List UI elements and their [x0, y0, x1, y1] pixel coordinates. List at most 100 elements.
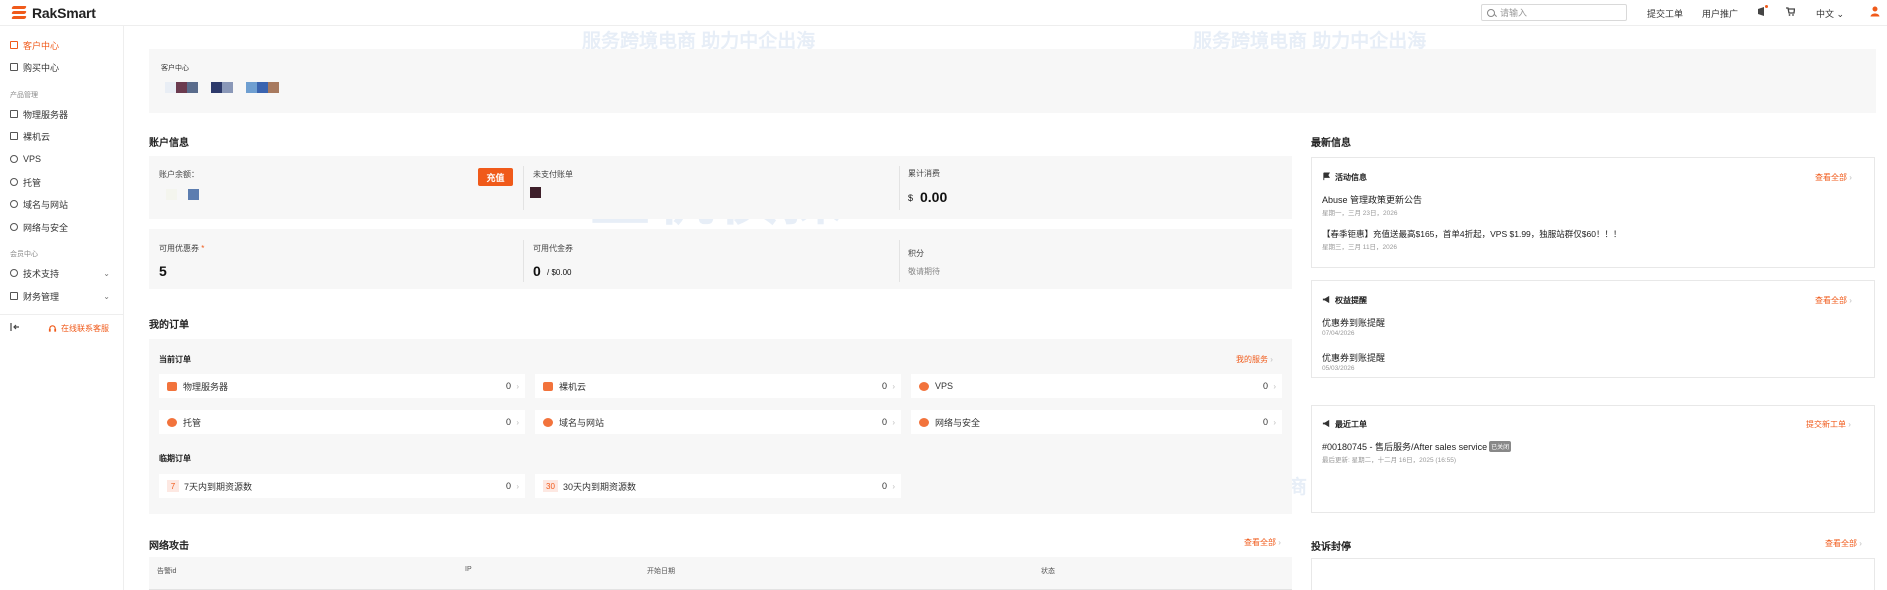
benefits-view-all-link[interactable]: 查看全部 › — [1815, 295, 1852, 306]
server-icon — [10, 110, 18, 118]
submit-ticket-link[interactable]: 提交工单 — [1647, 7, 1683, 20]
sidebar-item-label: 托管 — [23, 177, 42, 188]
view-all-label: 查看全部 — [1815, 173, 1847, 182]
order-tile-domain-website[interactable]: 域名与网站 0 › — [535, 410, 901, 434]
network-attack-title: 网络攻击 — [149, 541, 189, 552]
cloud-icon — [10, 155, 18, 163]
grid-icon — [10, 132, 18, 140]
ticket-item[interactable]: #00180745 - 售后服务/After sales service 已关闭 — [1322, 440, 1512, 453]
tile-label: 网络与安全 — [935, 417, 981, 428]
benefit-item-title[interactable]: 优惠券到账提醒 — [1322, 351, 1385, 364]
cloud-icon — [919, 381, 929, 391]
order-tile-colocation[interactable]: 托管 0 › — [159, 410, 525, 434]
sidebar-item-customer-center[interactable]: 客户中心 — [10, 38, 110, 52]
grid-icon — [543, 381, 553, 391]
tile-label: 托管 — [183, 417, 202, 428]
sidebar-item-tech-support[interactable]: 技术支持 ⌄ — [10, 266, 110, 280]
megaphone-icon — [1322, 419, 1330, 428]
sidebar-item-purchase-center[interactable]: 购买中心 — [10, 60, 110, 74]
expiring-orders-label: 临期订单 — [159, 454, 191, 463]
attack-table-header: 告警id IP 开始日期 状态 — [149, 557, 1292, 590]
lock-icon — [10, 223, 18, 231]
voucher-value: 0 — [533, 263, 541, 279]
total-spent-value: 0.00 — [920, 189, 948, 205]
coupon-star: * — [201, 244, 205, 253]
activity-item-title[interactable]: 【春季钜惠】充值送最高$165，首单4折起，VPS $1.99，独服站群仅$60… — [1322, 228, 1621, 240]
sidebar-item-domain-website[interactable]: 域名与网站 — [10, 197, 110, 211]
tile-count: 0 — [505, 381, 511, 391]
globe-icon — [10, 200, 18, 208]
ticket-status-badge: 已关闭 — [1489, 441, 1512, 452]
search-box[interactable] — [1481, 4, 1627, 21]
total-spent-label: 累计消费 — [908, 169, 940, 178]
banner-title: 客户中心 — [161, 65, 189, 72]
server-icon — [167, 381, 177, 391]
tile-label: 裸机云 — [559, 381, 587, 392]
user-referral-link[interactable]: 用户推广 — [1702, 7, 1738, 20]
search-icon — [1487, 8, 1495, 17]
sidebar-item-dedicated-server[interactable]: 物理服务器 — [10, 107, 110, 121]
chevron-right-icon: › — [1273, 381, 1276, 391]
collapse-sidebar-icon[interactable] — [10, 322, 20, 332]
sidebar-item-label: 域名与网站 — [23, 199, 69, 210]
avatar-icon[interactable] — [1869, 5, 1881, 17]
view-all-label: 查看全部 — [1244, 538, 1276, 547]
order-tile-network-security[interactable]: 网络与安全 0 › — [911, 410, 1282, 434]
search-input[interactable] — [1500, 7, 1620, 18]
recent-tickets-card: 最近工单 提交新工单 › #00180745 - 售后服务/After sale… — [1311, 405, 1875, 513]
support-label: 在线联系客服 — [61, 324, 109, 333]
tile-count: 0 — [505, 417, 511, 427]
balance-label: 账户余额： — [159, 170, 199, 179]
submit-ticket-label: 提交新工单 — [1806, 420, 1846, 429]
activity-card: 活动信息 查看全部 › Abuse 管理政策更新公告 星期一，三月 23日，20… — [1311, 157, 1875, 268]
ticket-date: 最后更新: 星期二，十二月 16日，2025 (16:55) — [1322, 457, 1457, 464]
language-selector[interactable]: 中文 ⌄ — [1816, 7, 1844, 20]
column-header-ip: IP — [465, 566, 472, 573]
tile-count: 0 — [881, 417, 887, 427]
order-tile-bare-metal-cloud[interactable]: 裸机云 0 › — [535, 374, 901, 398]
sidebar-item-colocation[interactable]: 托管 — [10, 175, 110, 189]
voucher-label: 可用代金券 — [533, 244, 573, 253]
order-tile-vps[interactable]: VPS 0 › — [911, 374, 1282, 398]
tile-count: 0 — [881, 481, 887, 491]
sidebar-item-bare-metal-cloud[interactable]: 裸机云 — [10, 129, 110, 143]
complaints-view-all-link[interactable]: 查看全部 › — [1825, 538, 1862, 549]
brand-logo[interactable]: RakSmart — [10, 3, 96, 23]
activity-item-title[interactable]: Abuse 管理政策更新公告 — [1322, 193, 1422, 206]
raksmart-logo-icon — [10, 4, 28, 22]
activity-view-all-link[interactable]: 查看全部 › — [1815, 172, 1852, 183]
unpaid-bills-label: 未支付账单 — [533, 170, 573, 179]
sidebar-item-network-security[interactable]: 网络与安全 — [10, 220, 110, 234]
online-support-button[interactable]: 在线联系客服 — [48, 323, 109, 334]
unpaid-value-pixel — [530, 187, 541, 198]
attack-view-all-link[interactable]: 查看全部 › — [1244, 537, 1281, 548]
complaints-title: 投诉封停 — [1311, 542, 1351, 553]
current-orders-label: 当前订单 — [159, 355, 191, 364]
benefit-item-title[interactable]: 优惠券到账提醒 — [1322, 316, 1385, 329]
submit-new-ticket-link[interactable]: 提交新工单 › — [1806, 419, 1851, 430]
order-tile-dedicated-server[interactable]: 物理服务器 0 › — [159, 374, 525, 398]
my-services-link[interactable]: 我的服务 › — [1236, 354, 1273, 365]
expiring-30days-tile[interactable]: 30 30天内到期资源数 0 › — [535, 474, 901, 498]
sidebar-item-label: 网络与安全 — [23, 222, 69, 233]
sidebar-item-label: 购买中心 — [23, 62, 60, 73]
coupon-card — [149, 229, 1292, 289]
recharge-button[interactable]: 充值 — [478, 168, 513, 186]
chevron-right-icon: › — [1278, 538, 1281, 547]
expiring-30-badge: 30 — [543, 480, 558, 492]
sidebar-item-label: 裸机云 — [23, 131, 51, 142]
divider — [899, 166, 900, 210]
sidebar-item-finance[interactable]: 财务管理 ⌄ — [10, 289, 110, 303]
column-header-start-date: 开始日期 — [647, 568, 675, 575]
coupon-label: 可用优惠券 * — [159, 243, 204, 254]
brand-name: RakSmart — [32, 5, 96, 21]
cart-icon[interactable] — [1785, 6, 1795, 16]
expiring-7days-tile[interactable]: 7 7天内到期资源数 0 › — [159, 474, 525, 498]
activity-title: 活动信息 — [1335, 173, 1367, 182]
currency-symbol: $ — [908, 193, 914, 203]
divider — [523, 240, 524, 282]
top-bar: RakSmart 提交工单 用户推广 中文 ⌄ — [0, 0, 1887, 26]
tile-label: 域名与网站 — [559, 417, 605, 428]
column-header-status: 状态 — [1041, 568, 1055, 575]
sidebar-item-vps[interactable]: VPS — [10, 152, 110, 166]
